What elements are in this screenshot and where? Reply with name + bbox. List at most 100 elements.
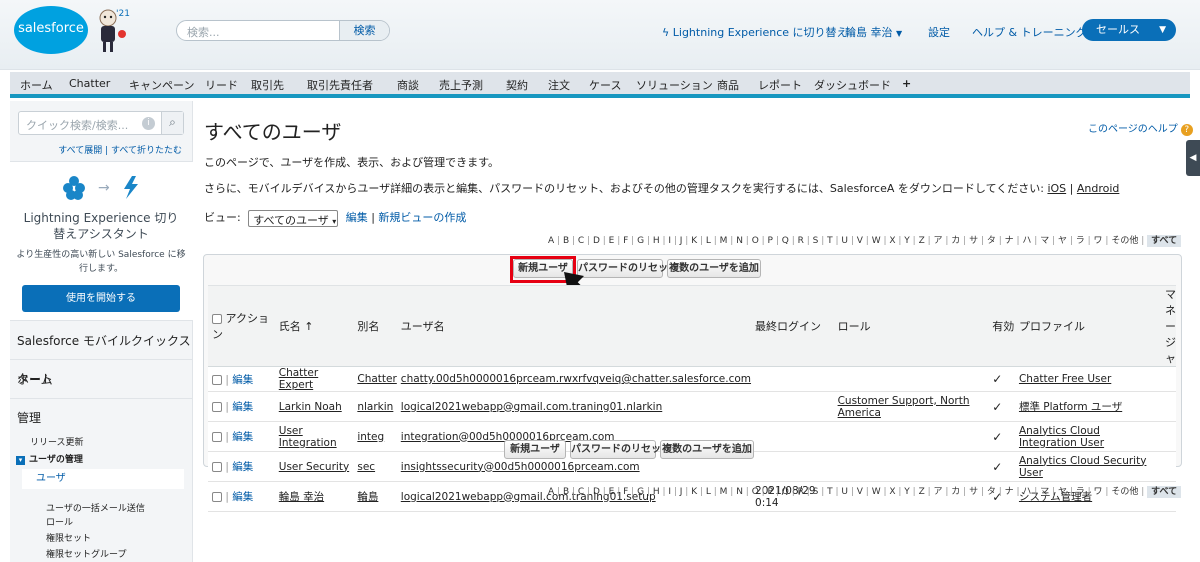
- profile-link[interactable]: Analytics Cloud Security User: [1019, 455, 1146, 479]
- alpha-letter[interactable]: ワ: [1094, 487, 1103, 497]
- profile-link[interactable]: Analytics Cloud Integration User: [1019, 425, 1104, 449]
- tab-contacts[interactable]: 取引先責任者: [307, 77, 373, 93]
- global-search-input[interactable]: 検索... 検索: [176, 20, 390, 41]
- alias-link[interactable]: sec: [357, 461, 375, 473]
- tab-reports[interactable]: レポート: [758, 77, 802, 93]
- col-last-login[interactable]: 最終ログイン: [751, 285, 834, 367]
- sidebar-section-home[interactable]: ホーム: [10, 361, 193, 399]
- alpha-letter[interactable]: ア: [934, 236, 943, 246]
- alpha-letter[interactable]: G: [637, 487, 644, 497]
- collapse-icon[interactable]: ▾: [16, 456, 25, 465]
- alpha-all[interactable]: すべて: [1147, 486, 1182, 498]
- alpha-letter[interactable]: W: [872, 487, 881, 497]
- tab-accounts[interactable]: 取引先: [251, 77, 284, 93]
- alpha-letter[interactable]: D: [593, 236, 600, 246]
- search-icon[interactable]: ⌕: [161, 112, 183, 134]
- edit-link[interactable]: 編集: [232, 461, 253, 473]
- setup-link[interactable]: 設定: [928, 24, 950, 40]
- get-started-button[interactable]: 使用を開始する: [22, 285, 180, 312]
- tab-leads[interactable]: リード: [205, 77, 238, 93]
- ios-link[interactable]: iOS: [1047, 182, 1066, 195]
- alpha-letter[interactable]: その他: [1111, 236, 1138, 246]
- select-all-checkbox[interactable]: [212, 314, 222, 324]
- alpha-letter[interactable]: カ: [951, 487, 960, 497]
- row-checkbox[interactable]: [212, 402, 222, 412]
- tab-cases[interactable]: ケース: [589, 77, 621, 93]
- alpha-letter[interactable]: サ: [969, 487, 978, 497]
- edit-link[interactable]: 編集: [232, 491, 253, 503]
- edit-link[interactable]: 編集: [232, 431, 253, 443]
- user-name-link[interactable]: Chatter Expert: [279, 367, 318, 391]
- edit-link[interactable]: 編集: [232, 401, 253, 413]
- col-active[interactable]: 有効: [988, 285, 1015, 367]
- edit-link[interactable]: 編集: [232, 374, 253, 386]
- reset-password-button-bottom[interactable]: パスワードのリセット: [570, 440, 671, 459]
- alpha-letter[interactable]: サ: [969, 236, 978, 246]
- add-tab-icon[interactable]: +: [902, 77, 911, 90]
- alpha-letter[interactable]: その他: [1111, 487, 1138, 497]
- tab-orders[interactable]: 注文: [548, 77, 570, 93]
- alpha-letter[interactable]: ナ: [1005, 487, 1014, 497]
- alpha-letter[interactable]: Q: [782, 487, 789, 497]
- alpha-letter[interactable]: ワ: [1094, 236, 1103, 246]
- alpha-letter[interactable]: ア: [934, 487, 943, 497]
- alpha-letter[interactable]: ヤ: [1058, 487, 1067, 497]
- add-multiple-users-button[interactable]: 複数のユーザを追加: [667, 259, 761, 278]
- alpha-letter[interactable]: N: [736, 487, 743, 497]
- sidebar-item-release[interactable]: リリース更新: [30, 435, 84, 448]
- alpha-letter[interactable]: タ: [987, 236, 996, 246]
- sidebar-item-permsets[interactable]: 権限セット: [46, 531, 91, 544]
- profile-link[interactable]: 標準 Platform ユーザ: [1019, 401, 1122, 413]
- col-username[interactable]: ユーザ名: [396, 285, 752, 367]
- username-link[interactable]: insightssecurity@00d5h0000016prceam.com: [401, 461, 640, 473]
- expand-collapse-links[interactable]: すべて展開 | すべて折りたたむ: [58, 143, 182, 156]
- alpha-letter[interactable]: Q: [782, 236, 789, 246]
- sidebar-item-mass-mail[interactable]: ユーザの一括メール送信: [46, 501, 145, 514]
- quick-search-input[interactable]: クイック検索/検索... i ⌕: [18, 111, 184, 135]
- alpha-letter[interactable]: U: [841, 487, 848, 497]
- col-role[interactable]: ロール: [833, 285, 989, 367]
- alpha-letter[interactable]: D: [593, 487, 600, 497]
- user-name-link[interactable]: 輪島 幸治: [279, 491, 324, 503]
- profile-link[interactable]: Chatter Free User: [1019, 373, 1111, 385]
- alpha-letter[interactable]: H: [653, 487, 660, 497]
- alpha-all[interactable]: すべて: [1147, 235, 1182, 247]
- row-checkbox[interactable]: [212, 432, 222, 442]
- alpha-letter[interactable]: カ: [951, 236, 960, 246]
- new-view-link[interactable]: 新規ビューの作成: [378, 211, 466, 224]
- col-action[interactable]: アクション: [208, 285, 275, 367]
- alpha-letter[interactable]: マ: [1040, 487, 1049, 497]
- tab-chatter[interactable]: Chatter: [69, 77, 110, 90]
- android-link[interactable]: Android: [1077, 182, 1120, 195]
- tab-dashboards[interactable]: ダッシュボード: [814, 77, 891, 93]
- sidebar-item-roles[interactable]: ロール: [46, 515, 73, 528]
- username-link[interactable]: logical2021webapp@gmail.com.traning01.nl…: [401, 401, 662, 413]
- tab-products[interactable]: 商品: [717, 77, 739, 93]
- alias-link[interactable]: nlarkin: [357, 401, 393, 413]
- sidebar-item-users[interactable]: ユーザ: [22, 469, 184, 489]
- col-name[interactable]: 氏名 ↑: [274, 285, 354, 367]
- alpha-letter[interactable]: ラ: [1076, 487, 1085, 497]
- help-training-link[interactable]: ヘルプ & トレーニング: [972, 24, 1087, 40]
- search-button[interactable]: 検索: [339, 21, 389, 40]
- user-name-link[interactable]: User Security: [279, 461, 349, 473]
- col-manager[interactable]: マネージャ: [1161, 285, 1176, 367]
- sidebar-section-mobile[interactable]: Salesforce モバイルクイックスタート: [10, 322, 193, 386]
- tab-forecasts[interactable]: 売上予測: [439, 77, 483, 93]
- user-name-link[interactable]: Larkin Noah: [279, 401, 342, 413]
- collapse-panel-icon[interactable]: ◀: [1186, 140, 1200, 176]
- row-checkbox[interactable]: [212, 492, 222, 502]
- user-name-link[interactable]: User Integration: [279, 425, 337, 449]
- alpha-letter[interactable]: マ: [1040, 236, 1049, 246]
- alpha-letter[interactable]: H: [653, 236, 660, 246]
- row-checkbox[interactable]: [212, 374, 222, 385]
- sidebar-item-permset-groups[interactable]: 権限セットグループ: [46, 547, 126, 560]
- tab-contracts[interactable]: 契約: [506, 77, 528, 93]
- role-link[interactable]: Customer Support, North America: [838, 395, 970, 419]
- alpha-letter[interactable]: G: [637, 236, 644, 246]
- info-icon[interactable]: i: [142, 117, 155, 130]
- alpha-letter[interactable]: O: [752, 487, 759, 497]
- alpha-letter[interactable]: ラ: [1076, 236, 1085, 246]
- user-menu[interactable]: 輪島 幸治 ▼: [845, 24, 902, 40]
- salesforce-logo[interactable]: salesforce: [14, 6, 88, 54]
